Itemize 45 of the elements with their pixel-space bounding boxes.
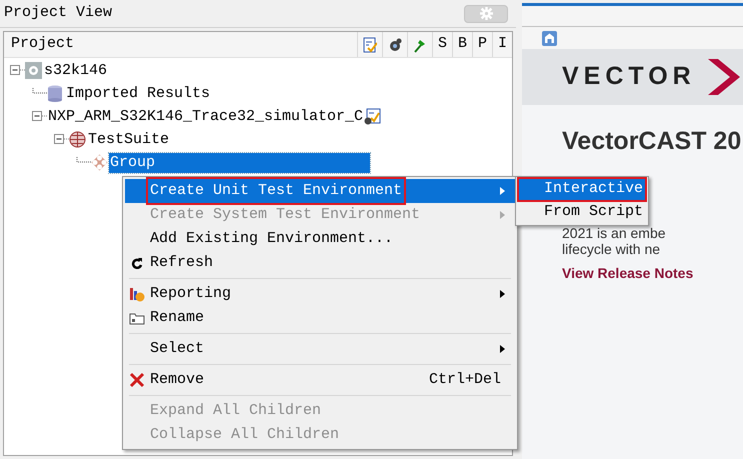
collapse-icon[interactable]	[32, 111, 47, 122]
menu-item[interactable]: Refresh	[125, 251, 515, 275]
submenu-arrow-icon	[500, 187, 505, 195]
database-icon	[47, 85, 64, 102]
tree-item[interactable]: NXP_ARM_S32K146_Trace32_simulator_C	[47, 106, 364, 126]
column-header[interactable]: B	[452, 32, 472, 57]
rename-icon	[129, 311, 145, 325]
chevron-logo-icon	[708, 59, 740, 95]
menu-item[interactable]: Reporting	[125, 282, 515, 306]
menu-item[interactable]: From Script	[518, 201, 646, 224]
menu-item[interactable]: Interactive	[518, 178, 646, 201]
checklist-icon	[362, 36, 377, 52]
shortcut-text: Ctrl+Del	[428, 370, 501, 390]
remove-icon	[129, 372, 145, 388]
column-header[interactable]: Project	[4, 33, 74, 56]
menu-item[interactable]: Select	[125, 337, 515, 361]
submenu-arrow-icon	[500, 290, 505, 298]
submenu-arrow-icon	[500, 211, 505, 219]
diamond-icon	[91, 154, 108, 171]
checklist-icon	[364, 108, 382, 125]
globe-icon	[69, 131, 86, 148]
collapse-icon[interactable]	[54, 134, 69, 145]
submenu-arrow-icon	[500, 345, 505, 353]
collapse-icon[interactable]	[10, 65, 25, 76]
welcome-title: VectorCAST 20	[561, 126, 742, 157]
refresh-icon	[131, 257, 143, 269]
description-text: lifecycle with ne	[562, 240, 662, 256]
tree-item[interactable]: TestSuite	[87, 130, 170, 150]
chart-icon	[129, 286, 145, 302]
column-header[interactable]: I	[492, 32, 512, 57]
tree-item[interactable]: s32k146	[43, 60, 108, 80]
description-text: 2021 is an embe	[562, 224, 667, 240]
tree-item[interactable]: Group	[109, 152, 370, 172]
menu-item[interactable]: Create Unit Test Environment	[125, 179, 515, 203]
menu-item[interactable]: Rename	[125, 306, 515, 330]
panel-title: Project View	[4, 3, 112, 24]
column-header[interactable]: P	[472, 32, 492, 57]
release-notes-link[interactable]: View Release Notes	[562, 262, 694, 284]
tree-item[interactable]: Imported Results	[65, 84, 212, 104]
logo-text: VECTOR	[562, 61, 696, 92]
menu-item[interactable]: Remove Ctrl+Del	[125, 368, 515, 392]
home-icon[interactable]	[542, 30, 557, 46]
column-header[interactable]: S	[432, 32, 452, 57]
menu-item[interactable]: Add Existing Environment...	[125, 227, 515, 251]
settings-icon	[480, 7, 492, 20]
